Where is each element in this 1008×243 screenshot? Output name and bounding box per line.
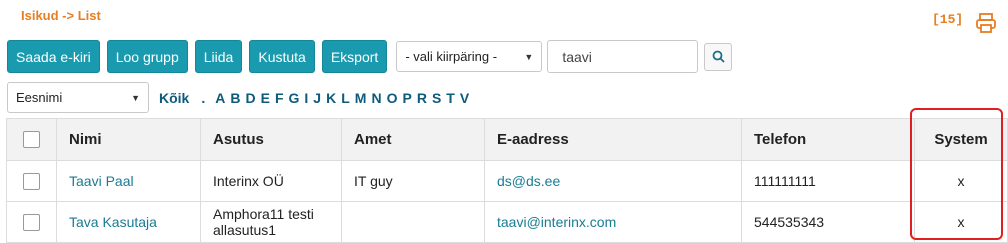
quick-query-value: - vali kiirpäring - (405, 49, 498, 64)
organization-cell: Interinx OÜ (200, 160, 342, 202)
export-button[interactable]: Eksport (321, 40, 388, 73)
letter-link[interactable]: R (417, 90, 427, 106)
email-link[interactable]: taavi@interinx.com (497, 214, 616, 230)
table-row: Tava Kasutaja Amphora11 testi allasutus1… (6, 201, 1008, 243)
title-cell (341, 201, 485, 243)
contacts-table: Nimi Asutus Amet E-aadress Telefon Syste… (6, 118, 1008, 243)
column-header-email[interactable]: E-aadress (484, 118, 742, 161)
system-cell: x (914, 201, 1008, 243)
create-group-button[interactable]: Loo grupp (106, 40, 188, 73)
letter-link[interactable]: O (387, 90, 398, 106)
letter-link[interactable]: F (275, 90, 284, 106)
filter-row: Eesnimi ▼ Kõik. A B D E F G I J K L M N O P R S T V (7, 81, 474, 114)
row-checkbox[interactable] (23, 172, 40, 190)
letter-link[interactable]: I (304, 90, 308, 106)
alphabet-filter: Kõik. A B D E F G I J K L M N O P R S T V (159, 90, 474, 106)
filter-all-link[interactable]: Kõik (159, 90, 189, 106)
letter-link[interactable]: G (289, 90, 300, 106)
phone-cell: 544535343 (741, 201, 915, 243)
chevron-down-icon: ▼ (131, 92, 140, 103)
breadcrumb[interactable]: Isikud -> List (21, 8, 101, 23)
system-cell: x (914, 160, 1008, 202)
field-select-value: Eesnimi (16, 90, 63, 105)
letter-link[interactable]: P (402, 90, 411, 106)
email-cell: taavi@interinx.com (484, 201, 742, 243)
letter-link[interactable]: A (215, 90, 225, 106)
name-cell: Taavi Paal (56, 160, 201, 202)
letter-link[interactable]: D (245, 90, 255, 106)
merge-button[interactable]: Liida (194, 40, 243, 73)
column-header-name[interactable]: Nimi (56, 118, 201, 161)
search-button[interactable] (704, 42, 733, 71)
letter-link[interactable]: T (446, 90, 455, 106)
filter-dot: . (201, 89, 206, 106)
phone-cell: 111111111 (741, 160, 915, 202)
letter-link[interactable]: J (313, 90, 321, 106)
toolbar: Saada e-kiri Loo grupp Liida Kustuta Eks… (7, 40, 733, 73)
letter-link[interactable]: K (326, 90, 336, 106)
email-cell: ds@ds.ee (484, 160, 742, 202)
contact-name-link[interactable]: Tava Kasutaja (69, 214, 157, 230)
name-cell: Tava Kasutaja (56, 201, 201, 243)
letter-link[interactable]: S (432, 90, 441, 106)
column-header-organization[interactable]: Asutus (200, 118, 342, 161)
record-count-badge: [15] (932, 12, 964, 27)
search-input[interactable]: taavi (547, 40, 699, 73)
email-link[interactable]: ds@ds.ee (497, 173, 560, 189)
search-icon (712, 50, 725, 63)
row-select-cell (6, 160, 57, 202)
delete-button[interactable]: Kustuta (249, 40, 315, 73)
letter-link[interactable]: E (261, 90, 270, 106)
printer-icon[interactable] (975, 12, 997, 34)
select-all-cell (6, 118, 57, 161)
table-header-row: Nimi Asutus Amet E-aadress Telefon Syste… (6, 118, 1008, 161)
column-header-phone[interactable]: Telefon (741, 118, 915, 161)
organization-cell: Amphora11 testi allasutus1 (200, 201, 342, 243)
quick-query-select[interactable]: - vali kiirpäring - ▼ (396, 41, 543, 72)
send-email-button[interactable]: Saada e-kiri (7, 40, 100, 73)
column-header-system[interactable]: System (914, 118, 1008, 161)
letter-link[interactable]: M (355, 90, 367, 106)
select-all-checkbox[interactable] (23, 131, 40, 149)
row-select-cell (6, 201, 57, 243)
chevron-down-icon: ▼ (524, 51, 534, 62)
letter-link[interactable]: V (460, 90, 469, 106)
title-cell: IT guy (341, 160, 485, 202)
row-checkbox[interactable] (23, 213, 40, 231)
field-select[interactable]: Eesnimi ▼ (7, 82, 149, 113)
letter-link[interactable]: B (230, 90, 240, 106)
column-header-title[interactable]: Amet (341, 118, 485, 161)
table-row: Taavi Paal Interinx OÜ IT guy ds@ds.ee 1… (6, 160, 1008, 202)
letter-link[interactable]: N (371, 90, 381, 106)
contact-name-link[interactable]: Taavi Paal (69, 173, 134, 189)
letter-link[interactable]: L (341, 90, 350, 106)
